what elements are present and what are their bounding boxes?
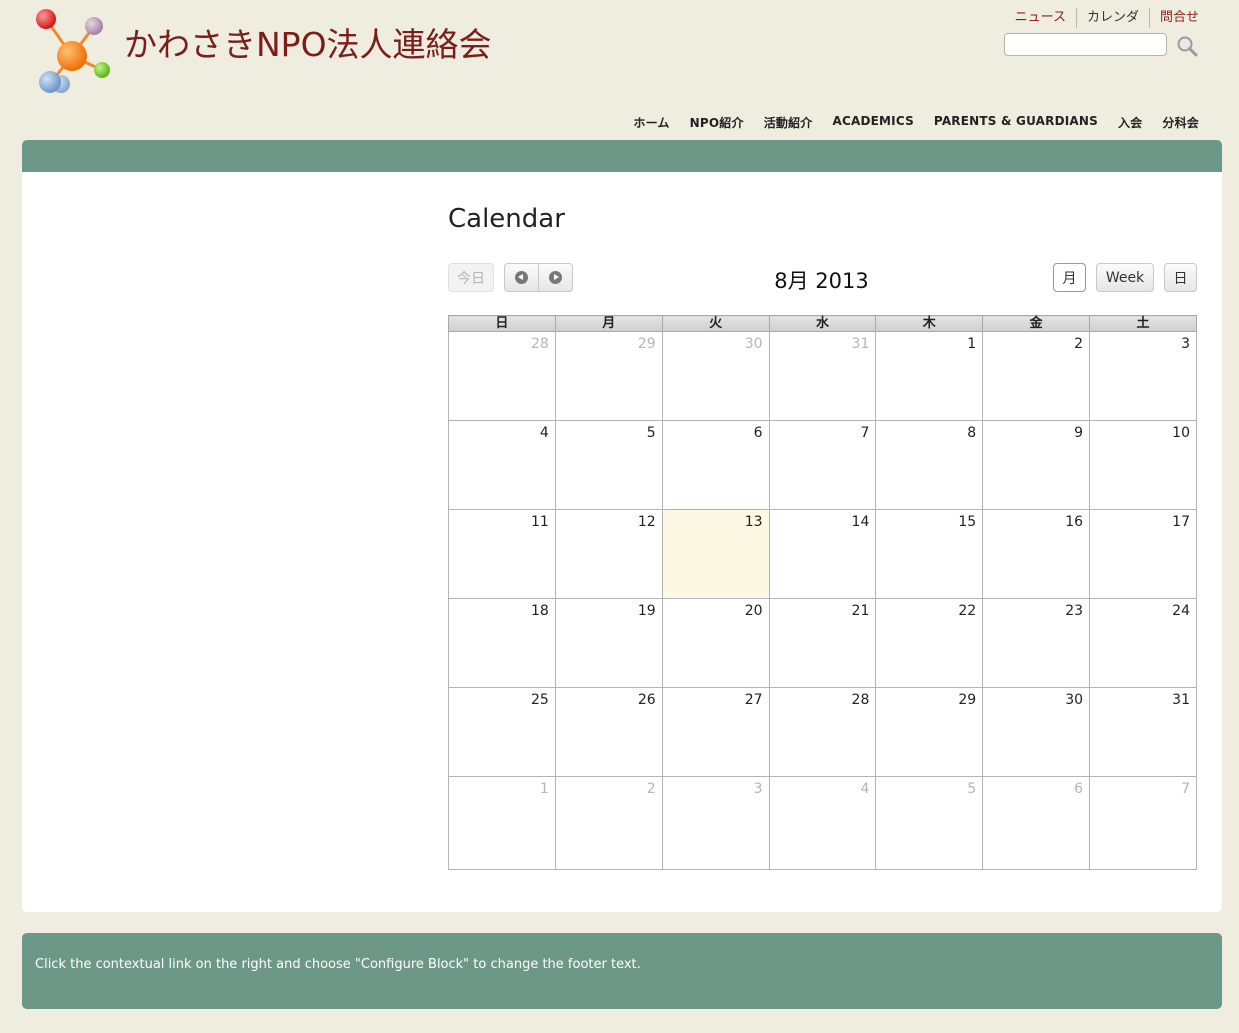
month-calendar-grid: 日月火水木金土 28 29 30 31 1 2 3 4 5 6 7 8 9 10 11 12 13 14 15 16 1… — [448, 315, 1197, 870]
calendar-day-cell[interactable]: 6 — [982, 776, 1091, 870]
nav-academics[interactable]: ACADEMICS — [833, 114, 914, 131]
view-day-button[interactable]: 日 — [1164, 263, 1197, 292]
calendar-day-cell[interactable]: 30 — [982, 687, 1091, 777]
prev-button[interactable] — [504, 263, 538, 292]
calendar-week-row: 18 19 20 21 22 23 24 — [448, 598, 1197, 688]
calendar-day-cell[interactable]: 5 — [875, 776, 984, 870]
calendar-day-cell[interactable]: 11 — [448, 509, 556, 599]
calendar-day-cell[interactable]: 2 — [982, 331, 1091, 421]
nav-subcommittee[interactable]: 分科会 — [1162, 114, 1199, 131]
weekday-header: 水 — [768, 315, 877, 332]
weekday-header: 金 — [982, 315, 1091, 332]
content-header-bar — [22, 140, 1222, 172]
chevron-left-icon — [515, 271, 528, 284]
calendar-day-cell[interactable]: 2 — [554, 776, 663, 870]
view-month-button[interactable]: 月 — [1053, 263, 1086, 292]
weekday-header: 木 — [875, 315, 984, 332]
site-logo[interactable] — [34, 6, 118, 96]
nav-join[interactable]: 入会 — [1118, 114, 1142, 131]
calendar-day-cell[interactable]: 5 — [554, 420, 663, 510]
weekday-header-row: 日月火水木金土 — [448, 315, 1197, 332]
calendar-week-row: 28 29 30 31 1 2 3 — [448, 331, 1197, 421]
month-title: 8月 2013 — [774, 269, 869, 293]
calendar-day-cell[interactable]: 31 — [1089, 687, 1197, 777]
calendar-day-cell[interactable]: 21 — [768, 598, 877, 688]
calendar-week-row: 25 26 27 28 29 30 31 — [448, 687, 1197, 777]
search-input[interactable] — [1004, 33, 1167, 56]
calendar-day-cell[interactable]: 10 — [1089, 420, 1197, 510]
toplink-news[interactable]: ニュース — [1005, 8, 1076, 28]
utility-links: ニュース カレンダ 問合せ — [1005, 8, 1199, 28]
nav-parents-guardians[interactable]: PARENTS & GUARDIANS — [934, 114, 1098, 131]
calendar-day-cell[interactable]: 4 — [768, 776, 877, 870]
chevron-right-icon — [549, 271, 562, 284]
calendar-day-cell[interactable]: 1 — [448, 776, 556, 870]
footer-text: Click the contextual link on the right a… — [35, 957, 641, 972]
weekday-header: 月 — [554, 315, 663, 332]
calendar-day-cell[interactable]: 20 — [661, 598, 770, 688]
calendar-week-row: 1234567 — [448, 776, 1197, 870]
calendar-day-cell[interactable]: 19 — [554, 598, 663, 688]
calendar-day-cell[interactable]: 12 — [554, 509, 663, 599]
nav-activities[interactable]: 活動紹介 — [764, 114, 813, 131]
calendar-day-cell[interactable]: 1 — [875, 331, 984, 421]
calendar-day-cell[interactable]: 30 — [661, 331, 770, 421]
calendar-day-cell[interactable]: 29 — [554, 331, 663, 421]
footer: Click the contextual link on the right a… — [22, 933, 1222, 1009]
calendar-day-cell[interactable]: 26 — [554, 687, 663, 777]
calendar-day-today[interactable]: 13 — [661, 509, 770, 599]
calendar-day-cell[interactable]: 27 — [661, 687, 770, 777]
calendar-day-cell[interactable]: 9 — [982, 420, 1091, 510]
toplink-contact[interactable]: 問合せ — [1148, 8, 1199, 28]
calendar-day-cell[interactable]: 24 — [1089, 598, 1197, 688]
nav-npo-intro[interactable]: NPO紹介 — [690, 114, 744, 131]
calendar-day-cell[interactable]: 18 — [448, 598, 556, 688]
calendar-day-cell[interactable]: 3 — [1089, 331, 1197, 421]
calendar-day-cell[interactable]: 28 — [768, 687, 877, 777]
weekday-header: 日 — [448, 315, 556, 332]
today-button[interactable]: 今日 — [448, 263, 494, 292]
calendar-day-cell[interactable]: 7 — [1089, 776, 1197, 870]
calendar-day-cell[interactable]: 25 — [448, 687, 556, 777]
page-title: Calendar — [448, 204, 565, 234]
calendar-day-cell[interactable]: 6 — [661, 420, 770, 510]
toplink-calendar[interactable]: カレンダ — [1075, 8, 1149, 28]
calendar-day-cell[interactable]: 31 — [768, 331, 877, 421]
calendar-day-cell[interactable]: 8 — [875, 420, 984, 510]
calendar-week-row: 11 12 13 14 15 16 17 — [448, 509, 1197, 599]
calendar-day-cell[interactable]: 29 — [875, 687, 984, 777]
main-nav: ホーム NPO紹介 活動紹介 ACADEMICS PARENTS & GUARD… — [613, 114, 1199, 131]
weekday-header: 火 — [661, 315, 770, 332]
prev-next-group — [504, 263, 573, 292]
calendar-day-cell[interactable]: 28 — [448, 331, 556, 421]
site-title[interactable]: かわさきNPO法人連絡会 — [124, 18, 492, 66]
calendar-day-cell[interactable]: 22 — [875, 598, 984, 688]
view-week-button[interactable]: Week — [1096, 263, 1154, 292]
calendar-day-cell[interactable]: 17 — [1089, 509, 1197, 599]
weekday-header: 土 — [1089, 315, 1197, 332]
calendar-day-cell[interactable]: 7 — [768, 420, 877, 510]
next-button[interactable] — [538, 263, 573, 292]
search-icon[interactable] — [1176, 35, 1198, 57]
calendar-day-cell[interactable]: 3 — [661, 776, 770, 870]
nav-home[interactable]: ホーム — [633, 114, 669, 131]
calendar-day-cell[interactable]: 16 — [982, 509, 1091, 599]
calendar-day-cell[interactable]: 14 — [768, 509, 877, 599]
calendar-day-cell[interactable]: 23 — [982, 598, 1091, 688]
calendar-day-cell[interactable]: 4 — [448, 420, 556, 510]
calendar-week-row: 4 5 6 7 8 9 10 — [448, 420, 1197, 510]
calendar-day-cell[interactable]: 15 — [875, 509, 984, 599]
